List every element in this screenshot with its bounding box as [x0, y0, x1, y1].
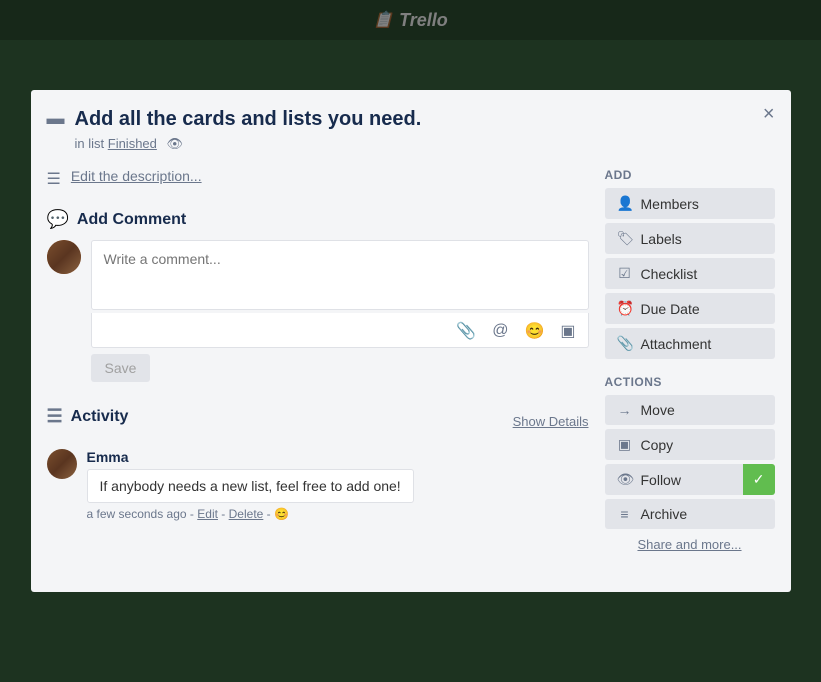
main-content: ☰ Edit the description... 💬 Add Comment — [47, 168, 589, 568]
comment-input-row: 📎 @ 😊 ▣ Save — [47, 240, 589, 382]
edit-description-link[interactable]: Edit the description... — [71, 168, 202, 184]
modal-title: Add all the cards and lists you need. — [75, 106, 422, 132]
card-modal: × ▬ Add all the cards and lists you need… — [31, 90, 791, 592]
labels-icon: 🏷 — [617, 230, 633, 247]
activity-section: ☰ Activity Show Details Emma If anybody … — [47, 406, 589, 521]
activity-title-row: ☰ Activity — [47, 406, 129, 427]
activity-comment-text: If anybody needs a new list, feel free t… — [100, 478, 401, 494]
activity-reaction-icon: - 😊 — [267, 507, 289, 521]
archive-button[interactable]: ≡ Archive — [605, 499, 775, 529]
actions-section: Actions → Move ▣ Copy 👁 Follow — [605, 375, 775, 552]
add-comment-section: 💬 Add Comment 📎 @ 😊 — [47, 209, 589, 382]
add-section: Add 👤 Members 🏷 Labels ☑ Checklist ⏰ — [605, 168, 775, 359]
activity-content: Emma If anybody needs a new list, feel f… — [87, 449, 589, 521]
activity-user-name: Emma — [87, 449, 589, 465]
follow-icon: 👁 — [617, 471, 633, 488]
activity-icon: ☰ — [47, 406, 63, 427]
emoji-toolbar-icon[interactable]: 😊 — [520, 319, 548, 343]
attachment-icon: 📎 — [617, 335, 633, 352]
activity-comment-bubble: If anybody needs a new list, feel free t… — [87, 469, 414, 503]
move-icon: → — [617, 402, 633, 418]
comment-textarea[interactable] — [91, 240, 589, 310]
description-section: ☰ Edit the description... — [47, 168, 589, 189]
activity-separator-2: - — [221, 507, 228, 521]
mention-toolbar-icon[interactable]: @ — [488, 319, 512, 343]
copy-icon: ▣ — [617, 436, 633, 453]
save-comment-button[interactable]: Save — [91, 354, 151, 382]
watch-icon: 👁 — [167, 136, 184, 151]
members-button[interactable]: 👤 Members — [605, 188, 775, 219]
activity-user-avatar — [47, 449, 77, 479]
activity-item: Emma If anybody needs a new list, feel f… — [47, 449, 589, 521]
due-date-button[interactable]: ⏰ Due Date — [605, 293, 775, 324]
labels-button[interactable]: 🏷 Labels — [605, 223, 775, 254]
move-button[interactable]: → Move — [605, 395, 775, 425]
activity-delete-link[interactable]: Delete — [229, 507, 264, 521]
comment-input-area: 📎 @ 😊 ▣ Save — [91, 240, 589, 382]
share-more-link[interactable]: Share and more... — [605, 537, 775, 552]
add-comment-title: 💬 Add Comment — [47, 209, 589, 230]
modal-subtitle: in list Finished 👁 — [75, 136, 775, 152]
attachment-toolbar-icon[interactable]: 📎 — [452, 319, 480, 343]
comment-toolbar: 📎 @ 😊 ▣ — [91, 313, 589, 348]
actions-section-title: Actions — [605, 375, 775, 389]
description-icon: ☰ — [47, 169, 61, 189]
members-icon: 👤 — [617, 195, 633, 212]
activity-time: a few seconds ago — [87, 507, 187, 521]
copy-button[interactable]: ▣ Copy — [605, 429, 775, 460]
archive-icon: ≡ — [617, 506, 633, 522]
card-icon: ▬ — [47, 108, 65, 129]
due-date-icon: ⏰ — [617, 300, 633, 317]
sidebar: Add 👤 Members 🏷 Labels ☑ Checklist ⏰ — [605, 168, 775, 568]
modal-overlay: × ▬ Add all the cards and lists you need… — [0, 0, 821, 682]
list-name-link[interactable]: Finished — [108, 136, 157, 151]
activity-meta: a few seconds ago - Edit - Delete - 😊 — [87, 507, 589, 521]
show-details-link[interactable]: Show Details — [513, 414, 589, 429]
in-list-label: in list — [75, 136, 105, 151]
activity-header: ☰ Activity Show Details — [47, 406, 589, 437]
checklist-icon: ☑ — [617, 265, 633, 282]
attachment-button[interactable]: 📎 Attachment — [605, 328, 775, 359]
comment-icon: 💬 — [47, 209, 69, 230]
add-section-title: Add — [605, 168, 775, 182]
follow-container: 👁 Follow ✓ — [605, 464, 775, 495]
modal-body: ☰ Edit the description... 💬 Add Comment — [47, 168, 775, 568]
follow-button[interactable]: 👁 Follow — [605, 464, 743, 495]
user-avatar — [47, 240, 81, 274]
avatar-image — [47, 240, 81, 274]
card-toolbar-icon[interactable]: ▣ — [556, 319, 579, 343]
close-button[interactable]: × — [759, 100, 779, 128]
checklist-button[interactable]: ☑ Checklist — [605, 258, 775, 289]
activity-edit-link[interactable]: Edit — [197, 507, 218, 521]
follow-active-check[interactable]: ✓ — [743, 464, 775, 495]
modal-header: ▬ Add all the cards and lists you need. — [47, 106, 775, 132]
